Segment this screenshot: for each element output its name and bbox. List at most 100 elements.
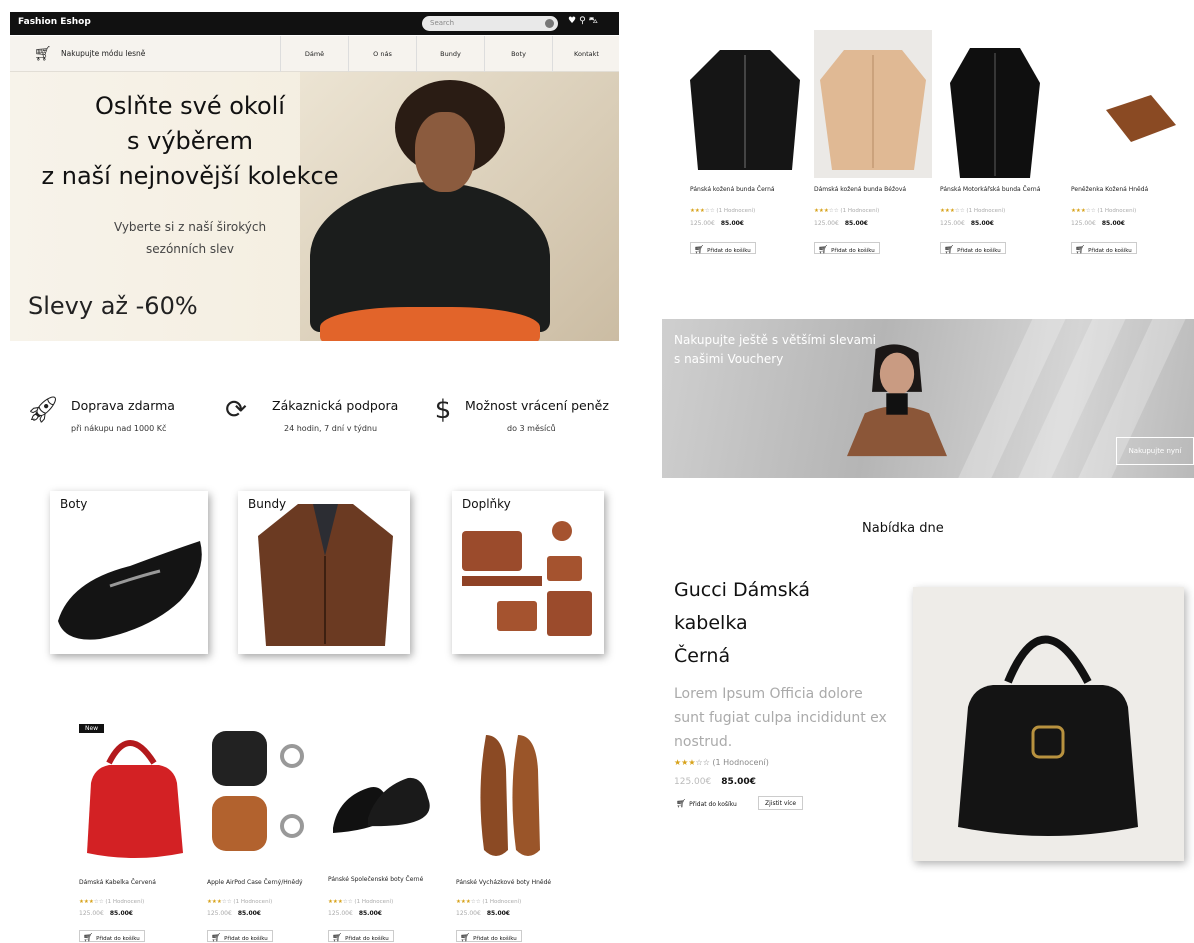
current-price: 85.00€ (720, 220, 744, 227)
product-rating: ★★★☆☆ (1 Hodnocení) (814, 208, 880, 214)
hero-model-image (300, 72, 619, 341)
rating-stars: ★★★ (690, 208, 705, 214)
hero-title-line: Oslňte své okolí (95, 92, 285, 120)
product-name[interactable]: Peněženka Kožená Hnědá (1071, 185, 1186, 194)
add-to-cart-button[interactable]: 🛒︎ Přidat do košíku (690, 242, 756, 254)
brand-logo[interactable]: Fashion Eshop (18, 17, 91, 27)
old-price: 125.00€ (79, 910, 104, 917)
category-card-doplnky[interactable]: Doplňky (452, 491, 604, 654)
product-price: 125.00€ 85.00€ (690, 220, 744, 227)
rating-stars: ★★★ (79, 899, 94, 905)
search-input[interactable]: Search (422, 16, 558, 31)
hero-skirt-shape (320, 307, 540, 341)
current-price: 85.00€ (844, 220, 868, 227)
cart-icon[interactable]: ⛍ (589, 16, 601, 26)
category-card-boty[interactable]: Boty (50, 491, 208, 654)
shop-now-button[interactable]: Nakupujte nyní (1116, 437, 1194, 465)
voucher-banner-line: Nakupujte ještě s většími slevami (674, 333, 876, 347)
add-to-cart-button[interactable]: 🛒︎ Přidat do košíku (79, 930, 145, 942)
nav-item-bundy[interactable]: Bundy (416, 36, 484, 72)
product-card[interactable]: Pánská Motorkářská bunda Černá ★★★☆☆ (1 … (940, 30, 1058, 260)
product-name[interactable]: Pánská kožená bunda Černá (690, 185, 805, 194)
product-price: 125.00€ 85.00€ (207, 910, 261, 917)
add-to-cart-button[interactable]: 🛒︎ Přidat do košíku (456, 930, 522, 942)
category-label: Bundy (248, 497, 287, 511)
feature-money-back: $ Možnost vrácení peněz do 3 měsíců (425, 392, 615, 442)
old-price: 125.00€ (674, 777, 712, 787)
add-to-cart-button[interactable]: 🛒︎ Přidat do košíku (328, 930, 394, 942)
rating-stars: ★★★ (328, 899, 343, 905)
hero-subtitle-line: sezónních slev (146, 242, 234, 256)
current-price: 85.00€ (109, 910, 133, 917)
nav-item-dame[interactable]: Dámě (280, 36, 348, 72)
red-handbag-image (87, 740, 183, 858)
product-price: 125.00€ 85.00€ (1071, 220, 1125, 227)
voucher-banner: Nakupujte ještě s většími slevami s naši… (662, 319, 1194, 478)
add-to-cart-button[interactable]: 🛒︎ Přidat do košíku (940, 242, 1006, 254)
rating-stars: ★★★ (674, 758, 696, 767)
product-card[interactable]: Peněženka Kožená Hnědá ★★★☆☆ (1 Hodnocen… (1071, 30, 1189, 260)
cart-icon: 🛒︎ (83, 933, 94, 942)
nav-tagline: Nakupujte módu lesně (61, 49, 146, 58)
rating-stars: ★★★ (940, 208, 955, 214)
old-price: 125.00€ (328, 910, 353, 917)
add-to-cart-button[interactable]: 🛒︎ Přidat do košíku (1071, 242, 1137, 254)
hero-face-shape (415, 112, 475, 192)
cart-icon: 🛒︎ (694, 245, 705, 254)
deal-add-to-cart-button[interactable]: 🛒︎ Přidat do košíku (674, 796, 741, 810)
current-price: 85.00€ (358, 910, 382, 917)
product-rating: ★★★☆☆ (1 Hodnocení) (207, 899, 273, 905)
heart-icon[interactable]: ♥ (568, 16, 579, 26)
deal-more-button[interactable]: Zjistit více (758, 796, 804, 810)
deal-rating: ★★★☆☆ (1 Hodnocení) (674, 758, 769, 767)
product-name[interactable]: Dámská kožená bunda Béžová (814, 185, 929, 194)
product-name[interactable]: Pánské Vycházkové boty Hnědé (456, 878, 571, 887)
category-card-bundy[interactable]: Bundy (238, 491, 410, 654)
deal-description: Lorem Ipsum Officia dolore sunt fugiat c… (674, 686, 887, 750)
product-card[interactable]: Dámská kožená bunda Béžová ★★★☆☆ (1 Hodn… (814, 30, 932, 260)
product-name[interactable]: Pánská Motorkářská bunda Černá (940, 185, 1055, 194)
feature-title: Možnost vrácení peněz (465, 398, 609, 413)
cart-icon: 🛒︎ (34, 46, 52, 62)
product-card[interactable]: Pánské Vycházkové boty Hnědé ★★★☆☆ (1 Ho… (456, 718, 574, 943)
product-rating: ★★★☆☆ (1 Hodnocení) (940, 208, 1006, 214)
product-name[interactable]: Pánské Společenské boty Černé (328, 875, 443, 884)
product-price: 125.00€ 85.00€ (814, 220, 868, 227)
product-card[interactable]: Dámská Kabelka Červená ★★★☆☆ (1 Hodnocen… (79, 718, 197, 943)
nav-item-about[interactable]: O nás (348, 36, 416, 72)
feature-free-shipping: 🚀︎ Doprava zdarma při nákupu nad 1000 Kč (25, 392, 195, 442)
deal-title-line: Černá (674, 645, 731, 667)
black-leather-jacket-image (690, 50, 800, 170)
feature-subtitle: do 3 měsíců (507, 424, 556, 433)
beige-jacket-image (814, 30, 932, 178)
add-to-cart-button[interactable]: 🛒︎ Přidat do košíku (207, 930, 273, 942)
top-icons: ♥⚲⛍ (568, 16, 601, 27)
hero-subtitle-line: Vyberte si z naší širokých (113, 220, 267, 234)
black-dress-shoes-image (333, 777, 430, 833)
deal-title-line: Gucci Dámská (674, 579, 810, 601)
category-label: Boty (60, 497, 88, 511)
nav-item-contact[interactable]: Kontakt (552, 36, 620, 72)
product-name[interactable]: Dámská Kabelka Červená (79, 878, 194, 887)
nav-bar: 🛒︎ Nakupujte módu lesně Dámě O nás Bundy… (10, 36, 619, 72)
add-to-cart-button[interactable]: 🛒︎ Přidat do košíku (814, 242, 880, 254)
top-bar: Fashion Eshop Search ♥⚲⛍ (10, 12, 619, 35)
search-icon[interactable] (545, 19, 554, 28)
current-price: 85.00€ (237, 910, 261, 917)
cart-icon: 🛒︎ (818, 245, 829, 254)
hero-title-line: s výběrem (126, 127, 254, 155)
product-card[interactable]: Pánská kožená bunda Černá ★★★☆☆ (1 Hodno… (690, 30, 808, 260)
product-card[interactable]: Apple AirPod Case Černý/Hnědý ★★★☆☆ (1 H… (207, 718, 325, 943)
feature-title: Zákaznická podpora (272, 398, 399, 413)
product-name[interactable]: Apple AirPod Case Černý/Hnědý (207, 878, 322, 887)
voucher-banner-line: s našimi Vouchery (674, 352, 784, 366)
airpod-case-image (212, 731, 304, 851)
product-price: 125.00€ 85.00€ (79, 910, 133, 917)
old-price: 125.00€ (1071, 220, 1096, 227)
support-icon: ⟳ (225, 395, 247, 425)
nav-item-boty[interactable]: Boty (484, 36, 552, 72)
user-icon[interactable]: ⚲ (579, 16, 589, 26)
hero-sale-text: Slevy až -60% (28, 292, 198, 320)
product-card[interactable]: Pánské Společenské boty Černé ★★★☆☆ (1 H… (328, 718, 446, 943)
feature-subtitle: 24 hodin, 7 dní v týdnu (284, 424, 378, 433)
